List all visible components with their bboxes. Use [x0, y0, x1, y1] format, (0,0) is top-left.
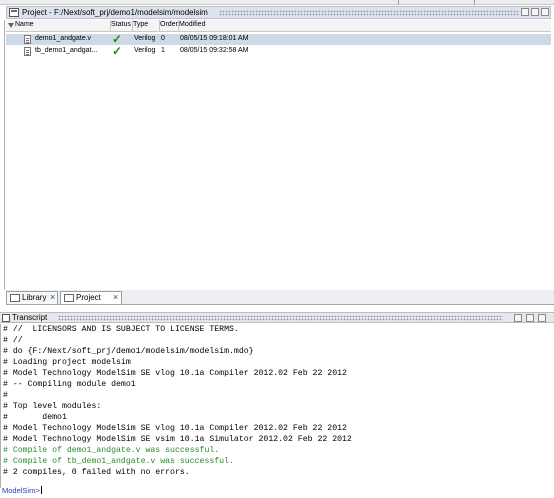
- transcript-line: # //: [3, 336, 23, 345]
- prompt-label: ModelSim>: [2, 486, 40, 495]
- transcript-line: # demo1: [3, 413, 67, 422]
- panel-close-button[interactable]: [541, 8, 549, 16]
- panel-dock-button[interactable]: [521, 8, 529, 16]
- project-column-header: Name Status Type Order Modified: [6, 20, 551, 32]
- toolbar-separator: [474, 0, 475, 5]
- transcript-line: # Top level modules:: [3, 402, 102, 411]
- file-modified: 08/05/15 09:18:01 AM: [180, 35, 249, 42]
- command-prompt[interactable]: ModelSim>: [2, 486, 42, 495]
- top-toolbar-strip: [0, 0, 554, 5]
- verilog-file-icon: [24, 47, 31, 56]
- transcript-header: Transcript: [0, 312, 554, 323]
- transcript-line: # 2 compiles, 0 failed with no errors.: [3, 468, 190, 477]
- column-name[interactable]: Name: [15, 21, 34, 28]
- file-name: tb_demo1_andgat...: [35, 47, 98, 54]
- transcript-line: # Model Technology ModelSim SE vlog 10.1…: [3, 369, 347, 378]
- file-row[interactable]: tb_demo1_andgat... ✓ Verilog 1 08/05/15 …: [6, 44, 551, 58]
- toolbar-separator: [398, 0, 399, 5]
- project-icon: [64, 294, 74, 302]
- transcript-close-button[interactable]: [538, 314, 546, 322]
- file-row[interactable]: demo1_andgate.v ✓ Verilog 0 08/05/15 09:…: [6, 32, 551, 46]
- library-icon: [10, 294, 20, 302]
- workspace-tab-bar: Library × Project ×: [6, 290, 554, 305]
- column-type[interactable]: Type: [133, 21, 148, 28]
- transcript-line: # -- Compiling module demo1: [3, 380, 136, 389]
- transcript-line: # Model Technology ModelSim SE vsim 10.1…: [3, 435, 352, 444]
- panel-maximize-button[interactable]: [531, 8, 539, 16]
- tab-library-close-icon[interactable]: ×: [50, 292, 55, 302]
- transcript-dock-button[interactable]: [514, 314, 522, 322]
- sort-descending-icon[interactable]: [8, 23, 14, 28]
- column-status[interactable]: Status: [111, 21, 131, 28]
- project-icon: [9, 8, 19, 17]
- column-order[interactable]: Order: [160, 21, 178, 28]
- file-order: 1: [161, 47, 165, 54]
- verilog-file-icon: [24, 35, 31, 44]
- transcript-title: Transcript: [12, 313, 48, 322]
- project-panel-header: Project - F:/Next/soft_prj/demo1/modelsi…: [6, 6, 551, 19]
- file-type: Verilog: [134, 35, 156, 42]
- transcript-line-success: # Compile of demo1_andgate.v was success…: [3, 446, 220, 455]
- tab-library[interactable]: Library ×: [6, 291, 58, 304]
- column-modified[interactable]: Modified: [179, 21, 205, 28]
- transcript-drag-grip[interactable]: [58, 315, 503, 321]
- transcript-maximize-button[interactable]: [526, 314, 534, 322]
- transcript-line: # Loading project modelsim: [3, 358, 131, 367]
- transcript-line: #: [3, 391, 8, 400]
- transcript-line: # Model Technology ModelSim SE vlog 10.1…: [3, 424, 347, 433]
- transcript-line: # // LICENSORS AND IS SUBJECT TO LICENSE…: [3, 325, 239, 334]
- panel-drag-grip[interactable]: [219, 10, 519, 16]
- project-panel-title: Project - F:/Next/soft_prj/demo1/modelsi…: [22, 8, 208, 17]
- transcript-line: # do {F:/Next/soft_prj/demo1/modelsim/mo…: [3, 347, 254, 356]
- tab-library-label: Library: [22, 293, 47, 302]
- text-cursor: [40, 486, 42, 494]
- file-name: demo1_andgate.v: [35, 35, 92, 42]
- transcript-icon: [2, 314, 10, 322]
- file-modified: 08/05/15 09:32:58 AM: [180, 47, 249, 54]
- panel-left-border: [4, 20, 5, 290]
- file-order: 0: [161, 35, 165, 42]
- tab-project[interactable]: Project ×: [60, 291, 122, 304]
- file-type: Verilog: [134, 47, 156, 54]
- tab-project-label: Project: [76, 293, 101, 302]
- transcript-line-success: # Compile of tb_demo1_andgate.v was succ…: [3, 457, 234, 466]
- status-check-icon: ✓: [112, 44, 123, 58]
- tab-project-close-icon[interactable]: ×: [113, 292, 118, 302]
